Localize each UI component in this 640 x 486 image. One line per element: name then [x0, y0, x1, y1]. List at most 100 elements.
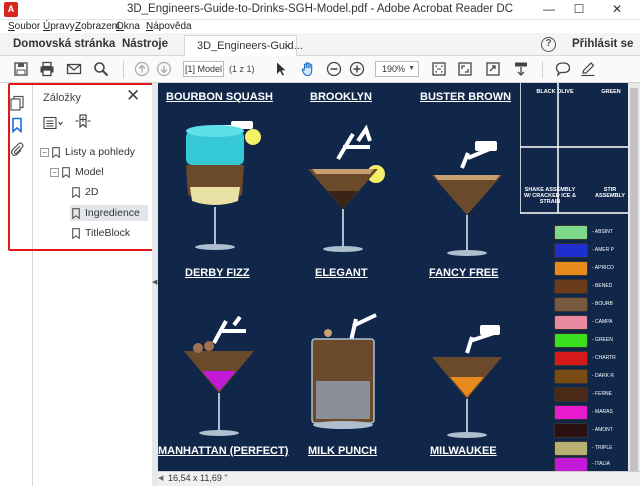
bookmark-item-ingredience[interactable]: Ingredience: [70, 205, 148, 221]
legend-label: - CAMPA: [592, 319, 613, 325]
title-bar: A 3D_Engineers-Guide-to-Drinks-SGH-Model…: [0, 0, 640, 20]
legend-swatch: [554, 369, 588, 384]
bookmark-label: TitleBlock: [85, 227, 131, 239]
sign-icon[interactable]: [580, 61, 596, 77]
toolbar: [1] Model (1 z 1) 190% ▼: [0, 56, 640, 83]
legend-swatch: [554, 243, 588, 258]
legend-label: - APRICO: [592, 265, 614, 271]
help-icon[interactable]: ?: [541, 37, 556, 52]
search-icon[interactable]: [93, 61, 109, 77]
scroll-mode-icon[interactable]: [513, 61, 529, 77]
table-cell: GREEN: [601, 89, 621, 95]
legend-swatch: [554, 441, 588, 456]
bookmark-item-sheets[interactable]: − Listy a pohledy: [40, 144, 135, 160]
zoom-in-icon[interactable]: [349, 61, 365, 77]
buster-brown-drawing: [432, 141, 502, 256]
page-count-label: (1 z 1): [229, 64, 255, 74]
legend-label: - GREEN: [592, 337, 613, 343]
close-window-button[interactable]: ✕: [598, 0, 636, 20]
menu-file[interactable]: Soubor: [8, 20, 40, 33]
document-view[interactable]: BOURBON SQUASH BROOKLYN BUSTER BROWN DER…: [158, 83, 628, 471]
print-icon[interactable]: [39, 61, 55, 77]
table-cell: STIR ASSEMBLY: [594, 187, 626, 199]
maximize-button[interactable]: ☐: [566, 0, 592, 20]
status-bar: ◀ 16,54 x 11,69 ": [158, 471, 640, 486]
attachments-icon[interactable]: [9, 141, 25, 157]
bookmark-item-titleblock[interactable]: TitleBlock: [70, 225, 148, 241]
tab-bar: Domovská stránka Nástroje 3D_Engineers-G…: [0, 33, 640, 57]
legend-swatch: [554, 261, 588, 276]
legend-label: - AMER P: [592, 247, 614, 253]
zoom-level-select[interactable]: 190% ▼: [375, 61, 419, 77]
comment-icon[interactable]: [555, 61, 571, 77]
sign-in-link[interactable]: Přihlásit se: [572, 38, 633, 50]
menu-help[interactable]: Nápověda: [146, 20, 192, 33]
legend-label: - TRIPLE: [592, 445, 613, 451]
tab-tools[interactable]: Nástroje: [122, 38, 168, 50]
bourbon-squash-drawing: [186, 121, 261, 250]
drink-title: MILWAUKEE: [430, 445, 497, 457]
menu-edit[interactable]: Úpravy: [43, 20, 75, 33]
collapse-panel-arrow-icon[interactable]: ◀: [152, 278, 157, 286]
legend-swatch: [554, 405, 588, 420]
save-icon[interactable]: [13, 61, 29, 77]
table-cell: BLACK OLIVE: [536, 89, 574, 95]
bookmark-item-model[interactable]: − Model: [50, 164, 104, 180]
tab-document[interactable]: 3D_Engineers-Guid... ×: [184, 35, 303, 57]
bookmark-icon: [72, 186, 80, 198]
page-up-icon[interactable]: [134, 61, 150, 77]
minimize-button[interactable]: —: [536, 0, 562, 20]
legend-label: - MARAS: [592, 409, 613, 415]
legend-label: - BENED: [592, 283, 613, 289]
brooklyn-drawing: [308, 124, 385, 252]
read-mode-icon[interactable]: [485, 61, 501, 77]
drink-title: DERBY FIZZ: [185, 267, 250, 279]
legend-swatch: [554, 423, 588, 438]
legend-swatch: [554, 351, 588, 366]
add-bookmark-icon[interactable]: [74, 113, 92, 131]
table-cell: SHAKE ASSEMBLY W/ CRACKED ICE & STRAIN: [524, 187, 576, 205]
scrollbar-thumb[interactable]: [630, 88, 638, 473]
legend-label: - FERNE: [592, 391, 612, 397]
menu-window[interactable]: Okna: [116, 20, 140, 33]
hand-tool-icon[interactable]: [300, 61, 316, 77]
page-number-input[interactable]: [1] Model: [183, 61, 224, 77]
fancy-free-drawing: [432, 325, 502, 438]
bookmarks-icon[interactable]: [9, 117, 25, 133]
legend-label: - BOURB: [592, 301, 613, 307]
collapse-icon[interactable]: −: [50, 167, 59, 177]
legend-swatch: [554, 333, 588, 348]
full-screen-icon[interactable]: [457, 61, 473, 77]
legend-swatch: [554, 279, 588, 294]
options-menu-icon[interactable]: [43, 116, 65, 130]
page-thumbnails-icon[interactable]: [9, 95, 25, 111]
toolbar-separator: [542, 61, 543, 78]
bookmark-item-2d[interactable]: 2D: [70, 184, 148, 200]
close-icon[interactable]: ✕: [126, 87, 140, 104]
document-tab-close-icon[interactable]: ×: [284, 39, 291, 53]
vertical-scrollbar[interactable]: [628, 83, 640, 473]
drink-title: FANCY FREE: [429, 267, 499, 279]
menu-view[interactable]: Zobrazení: [75, 20, 120, 33]
bookmark-label: Model: [75, 166, 104, 178]
zoom-out-icon[interactable]: [326, 61, 342, 77]
fit-page-icon[interactable]: [431, 61, 447, 77]
legend-label: - ABSINT: [592, 229, 613, 235]
select-cursor-icon[interactable]: [273, 61, 289, 77]
legend-swatch: [554, 297, 588, 312]
derby-fizz-drawing: [184, 315, 254, 436]
legend-swatch: [554, 457, 588, 471]
collapse-icon[interactable]: −: [40, 147, 49, 157]
bookmark-icon: [62, 166, 70, 178]
email-icon[interactable]: [66, 61, 82, 77]
legend-label: - ITALIA: [592, 461, 610, 467]
menu-bar: Soubor Úpravy Zobrazení Okna Nápověda: [0, 20, 640, 33]
bookmark-icon: [52, 146, 60, 158]
scroll-left-arrow-icon[interactable]: ◀: [158, 474, 163, 482]
bookmark-label: Ingredience: [85, 207, 140, 219]
tab-home[interactable]: Domovská stránka: [13, 38, 115, 50]
page-down-icon[interactable]: [156, 61, 172, 77]
drink-title: BUSTER BROWN: [420, 91, 512, 103]
panel-title: Záložky: [43, 92, 81, 104]
bookmark-label: Listy a pohledy: [65, 146, 136, 158]
